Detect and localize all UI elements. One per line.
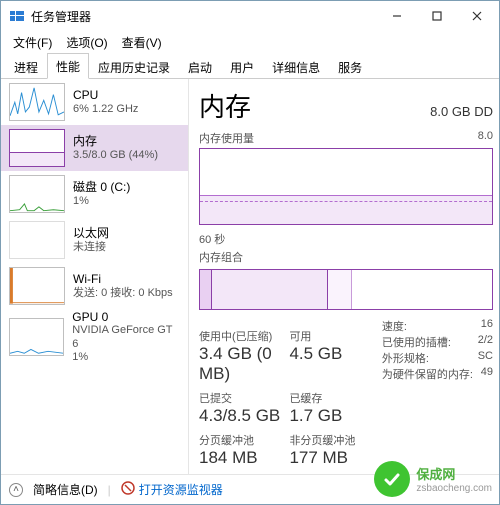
memory-thumb (9, 129, 65, 167)
tab-performance[interactable]: 性能 (47, 53, 89, 79)
sidebar: CPU6% 1.22 GHz 内存3.5/8.0 GB (44%) 磁盘 0 (… (1, 79, 189, 474)
usage-right: 8.0 (478, 130, 493, 146)
watermark: 保成网 zsbaocheng.com (374, 461, 492, 497)
detail-hwreserved-label: 为硬件保留的内存: (382, 366, 473, 382)
menu-view[interactable]: 查看(V) (116, 32, 168, 53)
composition-label: 内存组合 (199, 249, 243, 265)
tab-details[interactable]: 详细信息 (263, 54, 329, 79)
watermark-url: zsbaocheng.com (416, 483, 492, 494)
stat-paged-label: 分页缓冲池 (199, 432, 281, 448)
stat-nonpaged-label: 非分页缓冲池 (289, 432, 371, 448)
memory-composition (199, 269, 493, 310)
sidebar-item-label: 内存 (73, 134, 158, 148)
tab-users[interactable]: 用户 (221, 54, 263, 79)
sidebar-item-sub: NVIDIA GeForce GT 6 (72, 324, 180, 350)
wifi-thumb (9, 267, 65, 305)
app-icon (9, 8, 25, 24)
sidebar-item-wifi[interactable]: Wi-Fi发送: 0 接收: 0 Kbps (1, 263, 188, 309)
stat-commit-value: 4.3/8.5 GB (199, 406, 281, 426)
sidebar-item-sub: 6% 1.22 GHz (73, 103, 138, 116)
detail-slots-value: 2/2 (478, 334, 493, 350)
disk-thumb (9, 175, 65, 213)
menubar: 文件(F) 选项(O) 查看(V) (1, 31, 499, 53)
detail-hwreserved-value: 49 (481, 366, 493, 382)
sidebar-item-ethernet[interactable]: 以太网未连接 (1, 217, 188, 263)
sidebar-item-label: CPU (73, 88, 138, 102)
sidebar-item-memory[interactable]: 内存3.5/8.0 GB (44%) (1, 125, 188, 171)
sidebar-item-label: 以太网 (73, 226, 109, 240)
tab-startup[interactable]: 启动 (179, 54, 221, 79)
usage-label: 内存使用量 (199, 130, 254, 146)
close-button[interactable] (457, 2, 497, 30)
ethernet-thumb (9, 221, 65, 259)
sidebar-item-label: Wi-Fi (73, 272, 173, 286)
stat-inuse-value: 3.4 GB (0 MB) (199, 344, 281, 384)
sidebar-item-label: 磁盘 0 (C:) (73, 180, 130, 194)
tab-processes[interactable]: 进程 (5, 54, 47, 79)
sidebar-item-sub: 1% (73, 195, 130, 208)
stat-cached-value: 1.7 GB (289, 406, 371, 426)
detail-speed-label: 速度: (382, 318, 407, 334)
tabbar: 进程 性能 应用历史记录 启动 用户 详细信息 服务 (1, 53, 499, 79)
sidebar-item-sub: 发送: 0 接收: 0 Kbps (73, 287, 173, 300)
watermark-badge-icon (374, 461, 410, 497)
detail-speed-value: 16 (481, 318, 493, 334)
stat-avail-label: 可用 (289, 328, 371, 344)
gpu-thumb (9, 318, 64, 356)
sidebar-item-cpu[interactable]: CPU6% 1.22 GHz (1, 79, 188, 125)
main-panel: 内存 8.0 GB DD 内存使用量 8.0 60 秒 内存组合 使用中(已压缩)… (189, 79, 499, 474)
sidebar-item-gpu[interactable]: GPU 0NVIDIA GeForce GT 61% (1, 309, 188, 365)
stat-nonpaged-value: 177 MB (289, 448, 371, 468)
memory-capacity: 8.0 GB DD (430, 104, 493, 119)
sidebar-item-disk[interactable]: 磁盘 0 (C:)1% (1, 171, 188, 217)
detail-form-label: 外形规格: (382, 350, 429, 366)
watermark-brand: 保成网 (416, 464, 492, 483)
titlebar: 任务管理器 (1, 1, 499, 31)
stat-cached-label: 已缓存 (289, 390, 371, 406)
stat-inuse-label: 使用中(已压缩) (199, 328, 281, 344)
cpu-thumb (9, 83, 65, 121)
window-title: 任务管理器 (31, 8, 377, 25)
sidebar-item-label: GPU 0 (72, 310, 180, 324)
menu-options[interactable]: 选项(O) (60, 32, 113, 53)
stat-paged-value: 184 MB (199, 448, 281, 468)
sidebar-item-sub: 3.5/8.0 GB (44%) (73, 149, 158, 162)
open-resource-monitor-link[interactable]: 打开资源监视器 (121, 481, 223, 498)
menu-file[interactable]: 文件(F) (7, 32, 58, 53)
tab-app-history[interactable]: 应用历史记录 (89, 54, 179, 79)
fewer-details-button[interactable]: 简略信息(D) (33, 481, 98, 498)
sidebar-item-sub: 未连接 (73, 241, 109, 254)
page-title: 内存 (199, 87, 251, 124)
detail-slots-label: 已使用的插槽: (382, 334, 451, 350)
chevron-up-icon[interactable]: ˄ (9, 483, 23, 497)
monitor-icon (121, 481, 135, 498)
stat-commit-label: 已提交 (199, 390, 281, 406)
detail-form-value: SC (478, 350, 493, 366)
tab-services[interactable]: 服务 (329, 54, 371, 79)
maximize-button[interactable] (417, 2, 457, 30)
memory-usage-graph (199, 148, 493, 225)
timescale-label: 60 秒 (199, 231, 225, 247)
stat-avail-value: 4.5 GB (289, 344, 371, 364)
sidebar-item-sub2: 1% (72, 351, 180, 364)
minimize-button[interactable] (377, 2, 417, 30)
